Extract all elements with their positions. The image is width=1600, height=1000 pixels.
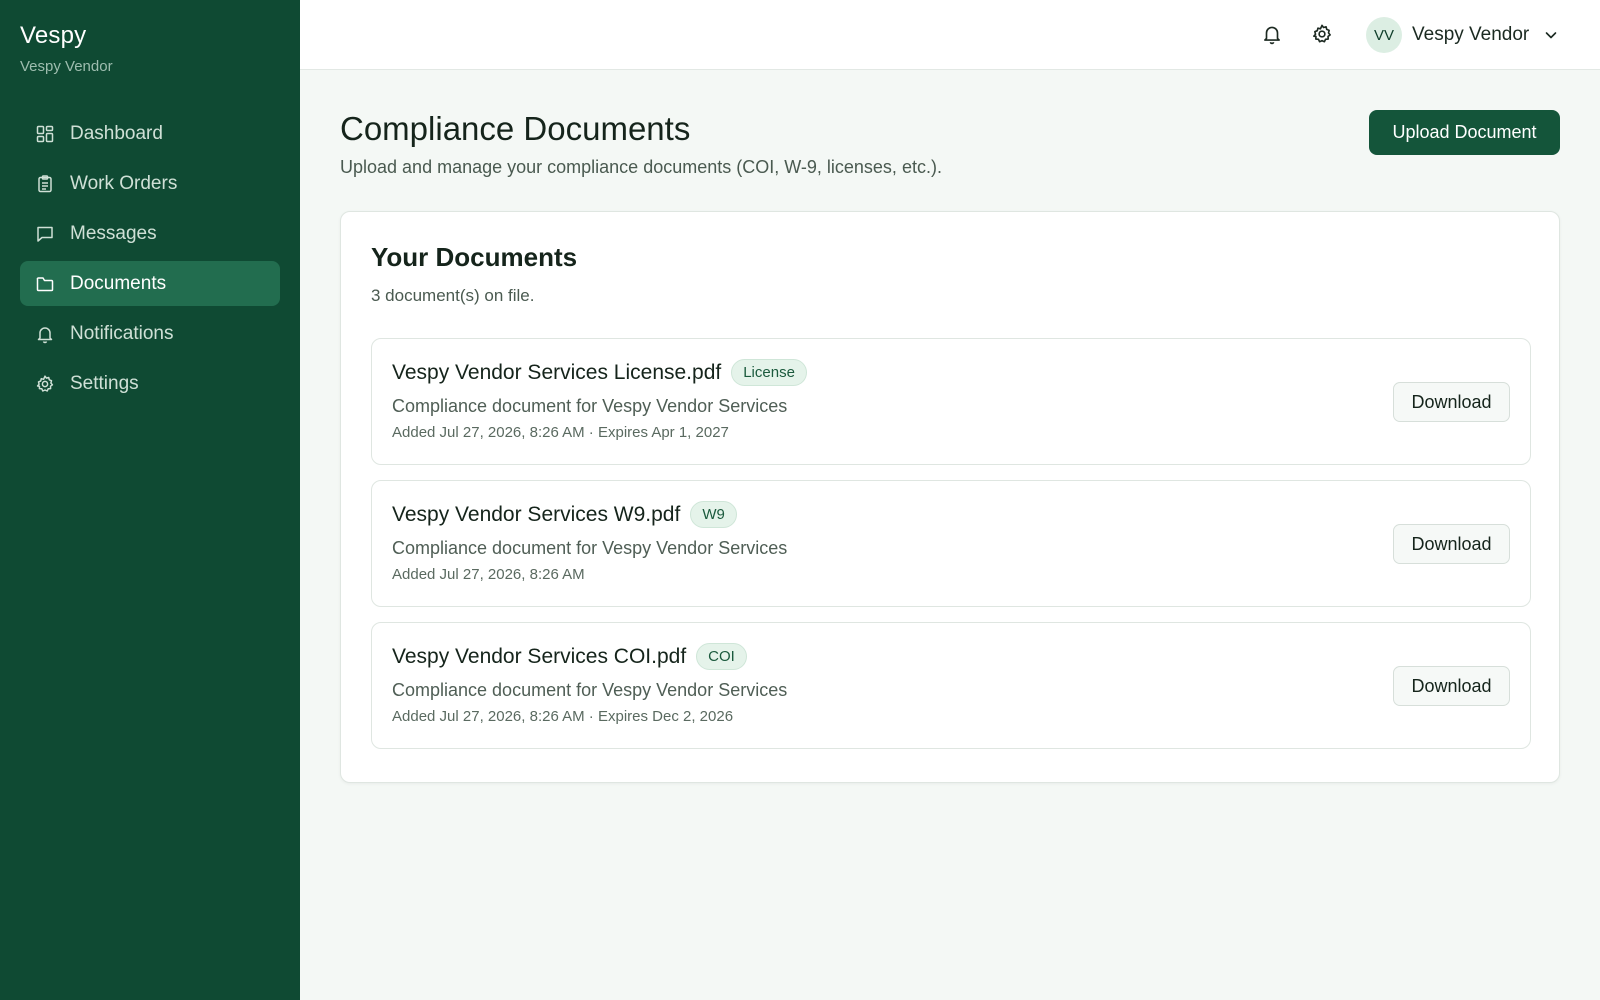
document-description: Compliance document for Vespy Vendor Ser… (392, 680, 788, 700)
document-item: Vespy Vendor Services License.pdf Licens… (371, 338, 1531, 465)
document-description: Compliance document for Vespy Vendor Ser… (392, 396, 788, 416)
clipboard-icon (35, 174, 55, 194)
avatar: VV (1366, 17, 1402, 53)
sidebar-item-work-orders[interactable]: Work Orders (20, 161, 280, 206)
chevron-down-icon (1543, 27, 1559, 43)
top-bar: VV Vespy Vendor (300, 0, 1600, 70)
download-button[interactable]: Download (1393, 382, 1510, 422)
page-title: Compliance Documents (340, 110, 691, 147)
sidebar-item-label: Documents (70, 272, 167, 294)
sidebar: Vespy Vespy Vendor Dashboard Work Orders… (0, 0, 300, 1000)
document-meta: Added Jul 27, 2026, 8:26 AM (392, 566, 585, 583)
sidebar-item-dashboard[interactable]: Dashboard (20, 111, 280, 156)
bell-icon[interactable] (1261, 23, 1285, 47)
document-meta: Added Jul 27, 2026, 8:26 AM · Expires Ap… (392, 424, 729, 441)
document-name: Vespy Vendor Services License.pdf (392, 360, 722, 384)
document-name: Vespy Vendor Services COI.pdf (392, 644, 687, 668)
brand: Vespy Vespy Vendor (20, 22, 113, 75)
user-name: Vespy Vendor (1412, 24, 1530, 45)
download-button[interactable]: Download (1393, 524, 1510, 564)
upload-document-button[interactable]: Upload Document (1369, 110, 1560, 155)
document-meta: Added Jul 27, 2026, 8:26 AM · Expires De… (392, 708, 734, 725)
document-description: Compliance document for Vespy Vendor Ser… (392, 538, 788, 558)
document-name: Vespy Vendor Services W9.pdf (392, 502, 681, 526)
page-subtitle: Upload and manage your compliance docume… (340, 157, 942, 177)
card-title: Your Documents (371, 242, 578, 272)
folder-icon (35, 274, 55, 294)
sidebar-item-label: Settings (70, 372, 139, 394)
document-count: 3 document(s) on file. (371, 286, 535, 305)
sidebar-item-settings[interactable]: Settings (20, 361, 280, 406)
user-menu[interactable]: VV Vespy Vendor (1366, 17, 1559, 53)
sidebar-item-label: Notifications (70, 322, 174, 344)
sidebar-item-documents[interactable]: Documents (20, 261, 280, 306)
dashboard-icon (35, 124, 55, 144)
document-type-badge: License (731, 359, 807, 386)
brand-title: Vespy (20, 22, 87, 49)
download-button[interactable]: Download (1393, 666, 1510, 706)
sidebar-item-label: Messages (70, 222, 157, 244)
document-item: Vespy Vendor Services W9.pdf W9 Complian… (371, 480, 1531, 607)
document-type-badge: W9 (690, 501, 737, 528)
brand-subtitle: Vespy Vendor (20, 58, 113, 75)
sidebar-item-notifications[interactable]: Notifications (20, 311, 280, 356)
sidebar-item-label: Work Orders (70, 172, 178, 194)
sidebar-item-messages[interactable]: Messages (20, 211, 280, 256)
message-icon (35, 224, 55, 244)
document-name-row: Vespy Vendor Services COI.pdf COI (392, 643, 747, 670)
document-name-row: Vespy Vendor Services W9.pdf W9 (392, 501, 737, 528)
document-type-badge: COI (696, 643, 747, 670)
gear-icon[interactable] (1311, 23, 1335, 47)
bell-icon (35, 324, 55, 344)
sidebar-item-label: Dashboard (70, 122, 163, 144)
gear-icon (35, 374, 55, 394)
documents-card: Your Documents 3 document(s) on file. Ve… (340, 211, 1560, 783)
document-item: Vespy Vendor Services COI.pdf COI Compli… (371, 622, 1531, 749)
document-name-row: Vespy Vendor Services License.pdf Licens… (392, 359, 807, 386)
sidebar-nav: Dashboard Work Orders Messages Documents… (20, 111, 280, 411)
